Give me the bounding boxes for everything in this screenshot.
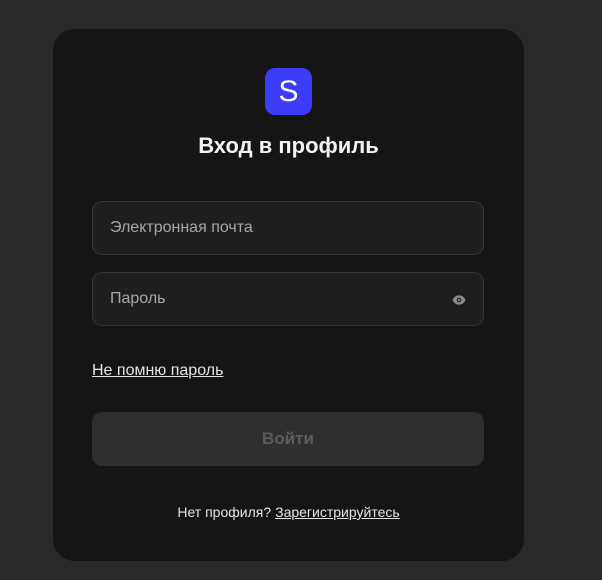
page-title: Вход в профиль	[198, 133, 379, 158]
password-input[interactable]	[93, 273, 483, 325]
email-input[interactable]	[93, 202, 483, 254]
forgot-password-link[interactable]: Не помню пароль	[92, 362, 223, 380]
eye-icon[interactable]	[451, 292, 467, 308]
brand-logo: S	[265, 68, 312, 115]
password-field-container	[92, 272, 484, 326]
register-line: Нет профиля? Зарегистрируйтесь	[53, 504, 524, 520]
logo-letter: S	[278, 75, 299, 108]
register-link[interactable]: Зарегистрируйтесь	[275, 504, 400, 520]
login-card: S Вход в профиль Не помню пароль Войти Н…	[53, 29, 524, 561]
register-prompt: Нет профиля?	[177, 504, 272, 520]
login-button[interactable]: Войти	[92, 412, 484, 466]
email-field-container	[92, 201, 484, 255]
